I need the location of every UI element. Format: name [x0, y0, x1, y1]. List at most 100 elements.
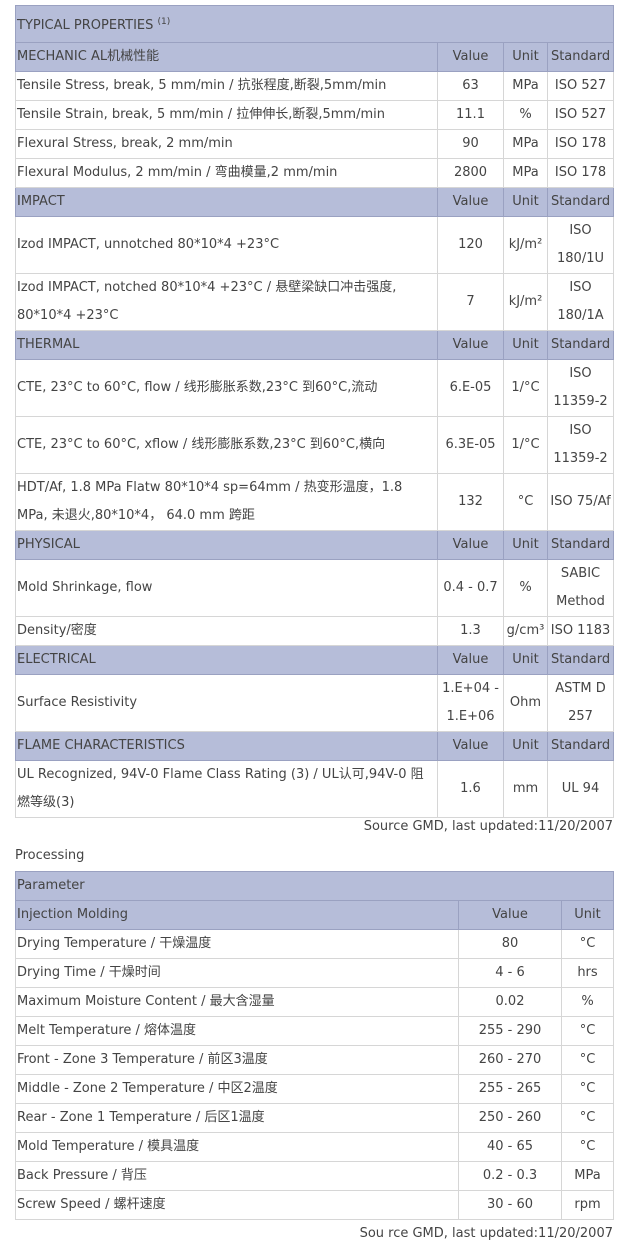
table-row: CTE, 23°C to 60°C, flow / 线形膨胀系数,23°C 到6… [15, 359, 615, 417]
parameter-name: Drying Time / 干燥时间 [15, 958, 459, 988]
parameter-unit: °C [561, 1016, 614, 1046]
property-name: Izod IMPACT, notched 80*10*4 +23°C / 悬壁梁… [15, 273, 438, 331]
property-name: CTE, 23°C to 60°C, flow / 线形膨胀系数,23°C 到6… [15, 359, 438, 417]
section-name: ELECTRICAL [15, 645, 438, 675]
property-name: Izod IMPACT, unnotched 80*10*4 +23°C [15, 216, 438, 274]
processing-parameter-header: Parameter [15, 871, 614, 901]
property-unit: kJ/m² [503, 273, 548, 331]
property-value: 7 [437, 273, 504, 331]
unit-column-header: Unit [503, 645, 548, 675]
table-row: Drying Time / 干燥时间 4 - 6 hrs [15, 958, 614, 988]
table-row: Rear - Zone 1 Temperature / 后区1温度 250 - 2… [15, 1103, 614, 1133]
parameter-name: Maximum Moisture Content / 最大含湿量 [15, 987, 459, 1017]
parameter-unit: °C [561, 1132, 614, 1162]
property-standard: ISO 178 [546, 158, 615, 188]
properties-source-note: Source GMD, last updated:11/20/2007 [363, 819, 613, 834]
processing-title: Processing [15, 848, 85, 863]
table-row: Flexural Stress, break, 2 mm/min 90 MPa ISO… [15, 129, 615, 159]
parameter-unit: MPa [561, 1161, 614, 1191]
property-name: UL Recognized, 94V-0 Flame Class Rating … [15, 760, 438, 818]
table-row: Surface Resistivity 1.E+04 - 1.E+06 Ohm AST… [15, 674, 615, 732]
parameter-value: 40 - 65 [458, 1132, 562, 1162]
table-row: Izod IMPACT, notched 80*10*4 +23°C / 悬壁梁… [15, 273, 615, 331]
property-name: Tensile Stress, break, 5 mm/min / 抗张程度,断… [15, 71, 438, 101]
property-name: HDT/Af, 1.8 MPa Flatw 80*10*4 sp=64mm / … [15, 473, 438, 531]
property-unit: mm [503, 760, 548, 818]
parameter-unit: °C [561, 1103, 614, 1133]
table-row: Screw Speed / 螺杆速度 30 - 60 rpm [15, 1190, 614, 1220]
parameter-name: Middle - Zone 2 Temperature / 中区2温度 [15, 1074, 459, 1104]
section-header-row: IMPACT Value Unit Standard [15, 187, 615, 217]
parameter-unit: °C [561, 1045, 614, 1075]
property-standard: ISO 75/Af [546, 473, 615, 531]
property-name: CTE, 23°C to 60°C, xflow / 线形膨胀系数,23°C 到… [15, 416, 438, 474]
processing-unit-header: Unit [561, 900, 614, 930]
property-value: 132 [437, 473, 504, 531]
parameter-name: Rear - Zone 1 Temperature / 后区1温度 [15, 1103, 459, 1133]
section-name: PHYSICAL [15, 530, 438, 560]
unit-column-header: Unit [503, 530, 548, 560]
standard-column-header: Standard [546, 530, 615, 560]
properties-title: TYPICAL PROPERTIES (1) [14, 5, 615, 43]
property-name: Mold Shrinkage, flow [15, 559, 438, 617]
value-column-header: Value [437, 187, 504, 217]
table-row: Drying Temperature / 干燥温度 80 °C [15, 929, 614, 959]
standard-column-header: Standard [546, 731, 615, 761]
property-standard: ISO 178 [546, 129, 615, 159]
parameter-value: 80 [458, 929, 562, 959]
unit-column-header: Unit [503, 42, 548, 72]
property-name: Density/密度 [15, 616, 438, 646]
processing-section-name: Injection Molding [15, 900, 459, 930]
standard-column-header: Standard [546, 187, 615, 217]
standard-column-header: Standard [546, 330, 615, 360]
property-value: 90 [437, 129, 504, 159]
table-row: Tensile Stress, break, 5 mm/min / 抗张程度,断… [15, 71, 615, 101]
value-column-header: Value [437, 42, 504, 72]
typical-properties-table: TYPICAL PROPERTIES (1) MECHANIC AL机械性能 Va… [14, 5, 615, 818]
section-header-row: ELECTRICAL Value Unit Standard [15, 645, 615, 675]
value-column-header: Value [437, 330, 504, 360]
processing-parameter-header-row: Parameter [15, 871, 614, 901]
processing-table: Parameter Injection Molding Value Unit D… [15, 871, 614, 1220]
standard-column-header: Standard [546, 645, 615, 675]
property-value: 1.E+04 - 1.E+06 [437, 674, 504, 732]
section-header-row: MECHANIC AL机械性能 Value Unit Standard [15, 42, 615, 72]
table-row: Mold Temperature / 模具温度 40 - 65 °C [15, 1132, 614, 1162]
property-standard: UL 94 [546, 760, 615, 818]
parameter-unit: °C [561, 929, 614, 959]
property-unit: % [503, 100, 548, 130]
parameter-value: 255 - 290 [458, 1016, 562, 1046]
value-column-header: Value [437, 731, 504, 761]
standard-column-header: Standard [546, 42, 615, 72]
processing-value-header: Value [458, 900, 562, 930]
property-name: Flexural Stress, break, 2 mm/min [15, 129, 438, 159]
table-row: Density/密度 1.3 g/cm³ ISO 1183 [15, 616, 615, 646]
property-name: Flexural Modulus, 2 mm/min / 弯曲模量,2 mm/m… [15, 158, 438, 188]
property-unit: MPa [503, 71, 548, 101]
table-row: Melt Temperature / 熔体温度 255 - 290 °C [15, 1016, 614, 1046]
table-row: UL Recognized, 94V-0 Flame Class Rating … [15, 760, 615, 818]
section-header-row: THERMAL Value Unit Standard [15, 330, 615, 360]
value-column-header: Value [437, 530, 504, 560]
processing-source-note: Sou rce GMD, last updated:11/20/2007 [359, 1226, 613, 1241]
parameter-name: Mold Temperature / 模具温度 [15, 1132, 459, 1162]
parameter-unit: °C [561, 1074, 614, 1104]
parameter-value: 30 - 60 [458, 1190, 562, 1220]
property-unit: g/cm³ [503, 616, 548, 646]
properties-title-text: TYPICAL PROPERTIES [17, 18, 154, 33]
property-value: 6.3E-05 [437, 416, 504, 474]
parameter-name: Front - Zone 3 Temperature / 前区3温度 [15, 1045, 459, 1075]
unit-column-header: Unit [503, 330, 548, 360]
property-standard: ISO 11359-2 [546, 416, 615, 474]
table-row: Maximum Moisture Content / 最大含湿量 0.02% [15, 987, 614, 1017]
property-standard: ISO 1183 [546, 616, 615, 646]
parameter-name: Drying Temperature / 干燥温度 [15, 929, 459, 959]
property-unit: Ohm [503, 674, 548, 732]
table-row: HDT/Af, 1.8 MPa Flatw 80*10*4 sp=64mm / … [15, 473, 615, 531]
property-standard: ISO 527 [546, 71, 615, 101]
property-unit: 1/°C [503, 416, 548, 474]
table-row: Back Pressure / 背压 0.2 - 0.3 MPa [15, 1161, 614, 1191]
property-value: 6.E-05 [437, 359, 504, 417]
table-row: Front - Zone 3 Temperature / 前区3温度 260 - … [15, 1045, 614, 1075]
unit-column-header: Unit [503, 187, 548, 217]
